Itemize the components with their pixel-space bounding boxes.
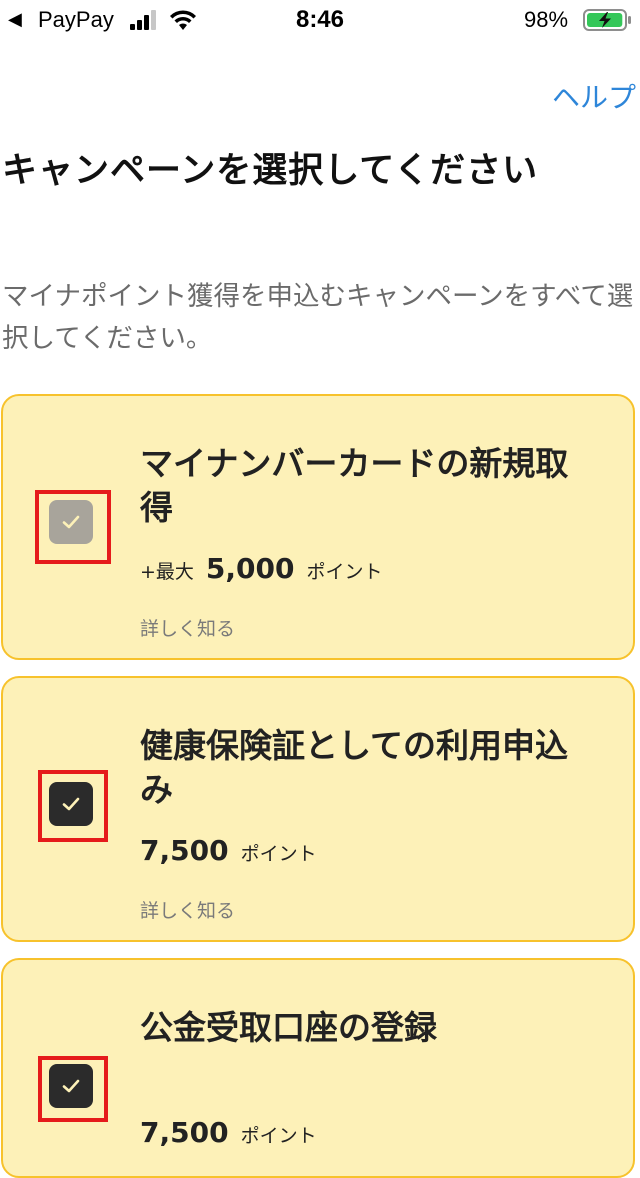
campaign-card-new-card[interactable]: マイナンバーカードの新規取得 +最大 5,000 ポイント 詳しく知る	[1, 394, 635, 660]
campaign-points: 7,500 ポイント	[140, 1116, 317, 1149]
campaign-points: +最大 5,000 ポイント	[140, 552, 383, 585]
battery-charging-icon	[583, 9, 631, 31]
campaign-checkbox[interactable]	[49, 782, 93, 826]
battery-percentage: 98%	[524, 7, 569, 32]
checkmark-icon	[62, 515, 80, 529]
points-unit: ポイント	[240, 843, 317, 865]
points-unit: ポイント	[240, 1125, 317, 1147]
status-bar: ◀ PayPay 8:46 98%	[0, 0, 640, 40]
points-prefix: +最大	[140, 561, 194, 583]
campaign-checkbox[interactable]	[49, 1064, 93, 1108]
campaign-card-bank-account[interactable]: 公金受取口座の登録 7,500 ポイント	[1, 958, 635, 1178]
campaign-points: 7,500 ポイント	[140, 834, 317, 867]
points-value: 5,000	[205, 552, 295, 585]
points-value: 7,500	[140, 834, 229, 867]
help-link[interactable]: ヘルプ	[552, 76, 636, 116]
details-link[interactable]: 詳しく知る	[140, 896, 235, 923]
checkmark-icon	[62, 1079, 80, 1093]
campaign-title: 健康保険証としての利用申込み	[140, 726, 569, 809]
checkmark-icon	[62, 797, 80, 811]
page-title: キャンペーンを選択してください	[2, 151, 539, 191]
campaign-title: マイナンバーカードの新規取得	[140, 444, 569, 527]
campaign-title: 公金受取口座の登録	[140, 1008, 437, 1047]
campaign-checkbox[interactable]	[49, 500, 93, 544]
points-unit: ポイント	[306, 561, 383, 583]
points-value: 7,500	[140, 1116, 229, 1149]
campaign-card-health-insurance[interactable]: 健康保険証としての利用申込み 7,500 ポイント 詳しく知る	[1, 676, 635, 942]
instruction-text: マイナポイント獲得を申込むキャンペーンをすべて選択してください。	[2, 281, 634, 354]
details-link[interactable]: 詳しく知る	[140, 614, 235, 641]
